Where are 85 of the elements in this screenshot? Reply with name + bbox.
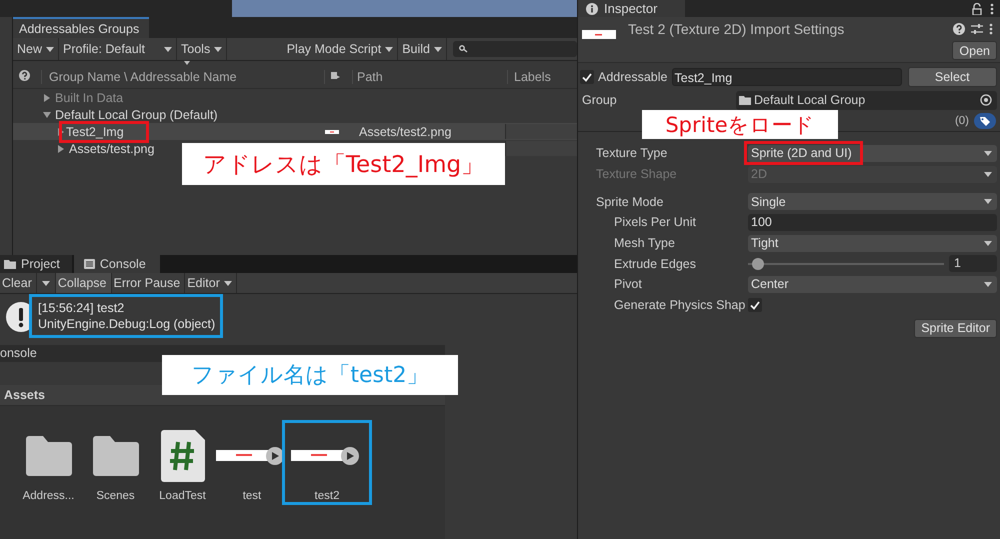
info-icon <box>586 2 598 14</box>
caret-icon <box>434 46 442 52</box>
dropdown[interactable]: Single <box>748 193 997 210</box>
group-field[interactable]: Default Local Group <box>736 90 997 110</box>
column-header[interactable]: Path <box>357 70 383 84</box>
caret-icon <box>984 172 992 177</box>
column-header[interactable]: Labels <box>514 70 551 84</box>
menu-icon <box>989 23 993 35</box>
list-icon <box>84 259 95 269</box>
caret-icon <box>984 282 992 287</box>
number-field[interactable]: 100 <box>748 214 997 231</box>
number-field[interactable]: 1 <box>949 255 997 272</box>
sliders-icon <box>971 23 983 35</box>
field-label: Addressable <box>598 70 668 84</box>
folder-icon <box>4 259 16 269</box>
asset-item[interactable]: test2 <box>282 420 372 505</box>
caret-icon <box>984 240 992 246</box>
toggle-button[interactable]: Error Pause <box>112 273 186 293</box>
labels-field[interactable] <box>505 124 577 139</box>
field-label: Extrude Edges <box>614 256 697 271</box>
target-icon <box>980 94 992 106</box>
field-label: Mesh Type <box>614 236 676 250</box>
breadcrumb[interactable]: Assets <box>4 388 45 402</box>
texture-thumbnail-icon <box>582 30 616 38</box>
column-header[interactable]: Group Name \ Addressable Name <box>49 70 237 84</box>
window-tab[interactable]: Addressables Groups <box>13 17 150 38</box>
caret-icon <box>164 46 172 52</box>
field-label: Texture Shape <box>596 167 678 182</box>
slider-thumb[interactable] <box>752 258 764 270</box>
script-file-icon <box>160 430 204 482</box>
tree-item-label[interactable]: Default Local Group (Default) <box>55 108 218 122</box>
tag-icon[interactable] <box>974 113 996 129</box>
open-button[interactable]: Open <box>952 41 997 60</box>
field-label: Generate Physics Shap <box>614 298 746 312</box>
toolbar-dropdown[interactable]: Editor <box>185 273 237 293</box>
caret-icon <box>214 46 222 52</box>
inspector-title: Test 2 (Texture 2D) Import Settings <box>628 21 844 37</box>
labels-field[interactable] <box>505 141 577 156</box>
annotation-callout: アドレスは「Test2_Img」 <box>182 143 505 185</box>
panel-tab[interactable]: Console <box>74 255 160 273</box>
caret-icon <box>984 150 992 156</box>
search-field[interactable] <box>453 41 577 57</box>
field-label: Texture Type <box>596 146 668 160</box>
asset-item[interactable]: Scenes <box>82 420 149 505</box>
annotation-callout: Spriteをロード <box>642 110 838 139</box>
tree-item-label[interactable]: Assets/test.png <box>69 142 154 156</box>
checkmark-icon <box>750 300 760 310</box>
address-field[interactable]: Test2_Img <box>672 68 902 86</box>
field-label: Group <box>582 93 618 107</box>
asset-item[interactable]: LoadTest <box>149 420 216 505</box>
checkmark-icon <box>582 72 592 82</box>
folder-icon <box>739 95 751 105</box>
asset-type-icon <box>330 70 341 81</box>
search-icon <box>459 45 469 53</box>
checkbox[interactable] <box>580 70 594 84</box>
annotation-callout: ファイル名は「test2」 <box>162 355 458 395</box>
menu-icon[interactable] <box>990 2 994 14</box>
folder-icon <box>92 436 138 476</box>
sprite-thumbnail-icon <box>325 130 339 134</box>
dropdown[interactable]: Center <box>748 276 997 293</box>
toggle-button[interactable]: Collapse <box>56 273 112 293</box>
checkbox[interactable] <box>748 298 762 312</box>
field-label: Sprite Mode <box>596 194 664 209</box>
select-button[interactable]: Select <box>908 67 997 87</box>
folder-icon <box>26 436 72 476</box>
caret-icon <box>984 199 992 204</box>
window-tab[interactable]: Inspector <box>578 0 686 17</box>
path-cell: Assets/test2.png <box>359 124 452 138</box>
caret-icon <box>46 46 54 52</box>
help-icon <box>953 23 965 35</box>
caret-icon <box>385 46 394 52</box>
asset-item[interactable]: Address... <box>15 420 82 505</box>
caret-icon <box>42 280 50 286</box>
dropdown[interactable]: Tight <box>748 234 997 252</box>
lock-icon[interactable] <box>972 2 982 14</box>
status-text: onsole <box>0 346 37 360</box>
caret-icon <box>224 280 232 286</box>
sprite-editor-button[interactable]: Sprite Editor <box>914 318 997 338</box>
field-label: Pivot <box>614 277 643 292</box>
label-count: (0) <box>954 115 969 127</box>
panel-tab[interactable]: Project <box>0 255 72 273</box>
log-entry[interactable]: [15:56:24] test2 UnityEngine.Debug:Log (object) <box>29 294 224 338</box>
field-label: Pixels Per Unit <box>614 215 697 230</box>
toolbar-button[interactable]: Clear <box>0 273 37 293</box>
help-icon <box>19 70 30 81</box>
